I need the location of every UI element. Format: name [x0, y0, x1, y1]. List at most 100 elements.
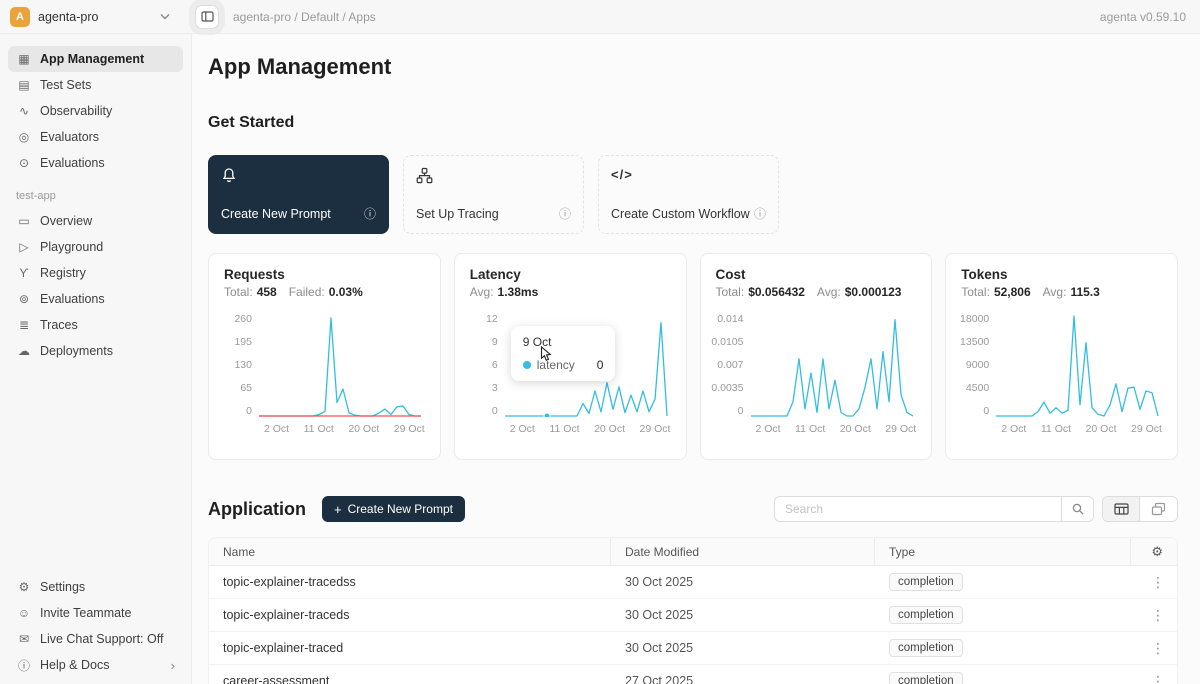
table-row[interactable]: topic-explainer-tracedss 30 Oct 2025 com… [209, 566, 1177, 599]
sidebar-item-label: Invite Teammate [40, 606, 131, 620]
version-label: agenta v0.59.10 [1100, 10, 1186, 24]
card-label: Create New Prompt [221, 207, 331, 221]
create-custom-workflow-card[interactable]: </> Create Custom Workflow ⓘ [598, 155, 779, 234]
type-badge: completion [889, 672, 963, 684]
kebab-menu-icon[interactable]: ⋮ [1145, 673, 1171, 684]
metric-stats: Total:52,806 Avg:115.3 [961, 285, 1162, 299]
tooltip-date: 9 Oct [523, 335, 604, 349]
bell-icon [221, 167, 237, 184]
sidebar-item-settings[interactable]: ⚙ Settings [8, 574, 183, 600]
search-icon [1071, 502, 1085, 516]
sidebar-item-invite-teammate[interactable]: ☺ Invite Teammate [8, 600, 183, 626]
sidebar-item-label: Live Chat Support: Off [40, 632, 163, 646]
card-view-button[interactable] [1140, 497, 1177, 521]
registry-icon: ϒ [16, 266, 32, 280]
metric-card-cost: Cost Total:$0.056432 Avg:$0.000123 0.014… [700, 253, 933, 460]
breadcrumb[interactable]: agenta-pro / Default / Apps [233, 10, 376, 24]
chat-icon: ✉ [16, 632, 32, 646]
sidebar-item-traces[interactable]: ≣ Traces [8, 312, 183, 338]
sidebar-item-live-chat[interactable]: ✉ Live Chat Support: Off [8, 626, 183, 652]
help-icon: ⓘ [16, 657, 32, 674]
get-started-heading: Get Started [208, 114, 294, 132]
column-header-name[interactable]: Name [209, 538, 611, 565]
code-icon: </> [611, 167, 766, 182]
date-modified: 30 Oct 2025 [611, 575, 875, 589]
column-header-type[interactable]: Type [875, 538, 1131, 565]
main-content: App Management Get Started Create New Pr… [192, 34, 1200, 684]
table-header: Name Date Modified Type ⚙ [209, 538, 1177, 566]
chevron-right-icon: › [171, 658, 175, 673]
evaluations-icon: ⊙ [16, 156, 32, 170]
search-button[interactable] [1061, 497, 1093, 521]
kebab-menu-icon[interactable]: ⋮ [1145, 640, 1171, 657]
sidebar-item-label: Evaluations [40, 292, 105, 306]
card-label: Create Custom Workflow [611, 207, 750, 221]
y-axis: 0.0140.01050.0070.00350 [716, 313, 750, 417]
y-axis: 260195130650 [224, 313, 258, 417]
y-axis: 129630 [470, 313, 504, 417]
sidebar-item-registry[interactable]: ϒ Registry [8, 260, 183, 286]
sidebar-toggle-button[interactable] [195, 5, 219, 29]
set-up-tracing-card[interactable]: Set Up Tracing ⓘ [403, 155, 584, 234]
metric-title: Latency [470, 267, 671, 282]
x-axis: 2 Oct11 Oct20 Oct29 Oct [264, 423, 425, 435]
sidebar-item-app-management[interactable]: ▦ App Management [8, 46, 183, 72]
info-icon[interactable]: ⓘ [559, 205, 571, 222]
create-new-prompt-card[interactable]: Create New Prompt ⓘ [208, 155, 389, 234]
tooltip-value: 0 [597, 358, 604, 372]
sidebar-toggle-icon [201, 10, 214, 23]
requests-chart[interactable] [258, 313, 422, 417]
cost-chart[interactable] [750, 313, 914, 417]
search-input[interactable] [775, 497, 1061, 521]
table-settings-gear-icon[interactable]: ⚙ [1151, 544, 1163, 560]
sidebar-item-deployments[interactable]: ☁ Deployments [8, 338, 183, 364]
metric-title: Requests [224, 267, 425, 282]
app-evaluations-icon: ⊚ [16, 292, 32, 306]
workspace-selector[interactable]: A agenta-pro [0, 7, 182, 27]
sidebar-item-app-evaluations[interactable]: ⊚ Evaluations [8, 286, 183, 312]
info-icon[interactable]: ⓘ [754, 205, 766, 222]
overview-icon: ▭ [16, 214, 32, 228]
sidebar-item-evaluations[interactable]: ⊙ Evaluations [8, 150, 183, 176]
sidebar-item-observability[interactable]: ∿ Observability [8, 98, 183, 124]
kebab-menu-icon[interactable]: ⋮ [1145, 574, 1171, 591]
plus-icon: + [334, 502, 342, 517]
page-title: App Management [208, 54, 391, 80]
metric-stats: Avg:1.38ms [470, 285, 671, 299]
app-name: career-assessment [209, 674, 611, 684]
sidebar-item-help-docs[interactable]: ⓘ Help & Docs › [8, 652, 183, 678]
sidebar-item-label: Settings [40, 580, 85, 594]
sidebar-item-label: Observability [40, 104, 112, 118]
info-icon[interactable]: ⓘ [364, 205, 376, 222]
sidebar-section-label: test-app [16, 190, 175, 202]
sidebar-item-test-sets[interactable]: ▤ Test Sets [8, 72, 183, 98]
tokens-chart[interactable] [995, 313, 1159, 417]
sidebar-item-label: Test Sets [40, 78, 91, 92]
type-badge: completion [889, 573, 963, 591]
create-new-prompt-button[interactable]: + Create New Prompt [322, 496, 465, 522]
sidebar-item-label: Overview [40, 214, 92, 228]
metric-title: Cost [716, 267, 917, 282]
sidebar-item-evaluators[interactable]: ◎ Evaluators [8, 124, 183, 150]
topbar: A agenta-pro agenta-pro / Default / Apps… [0, 0, 1200, 34]
kebab-menu-icon[interactable]: ⋮ [1145, 607, 1171, 624]
table-row[interactable]: topic-explainer-traceds 30 Oct 2025 comp… [209, 599, 1177, 632]
metric-title: Tokens [961, 267, 1162, 282]
metric-card-latency: Latency Avg:1.38ms 129630 2 Oct11 Oct20 … [454, 253, 687, 460]
sidebar-item-playground[interactable]: ▷ Playground [8, 234, 183, 260]
app-name: topic-explainer-traceds [209, 608, 611, 622]
column-header-date-modified[interactable]: Date Modified [611, 538, 875, 565]
x-axis: 2 Oct11 Oct20 Oct29 Oct [756, 423, 917, 435]
get-started-cards: Create New Prompt ⓘ Set Up Tracing ⓘ </>… [208, 155, 779, 234]
table-row[interactable]: career-assessment 27 Oct 2025 completion… [209, 665, 1177, 684]
playground-icon: ▷ [16, 240, 32, 254]
sidebar-item-overview[interactable]: ▭ Overview [8, 208, 183, 234]
x-axis: 2 Oct11 Oct20 Oct29 Oct [510, 423, 671, 435]
app-name: topic-explainer-traced [209, 641, 611, 655]
table-view-button[interactable] [1103, 497, 1140, 521]
invite-person-icon: ☺ [16, 606, 32, 620]
sidebar-item-label: Evaluators [40, 130, 99, 144]
metric-card-tokens: Tokens Total:52,806 Avg:115.3 1800013500… [945, 253, 1178, 460]
table-row[interactable]: topic-explainer-traced 30 Oct 2025 compl… [209, 632, 1177, 665]
x-axis: 2 Oct11 Oct20 Oct29 Oct [1001, 423, 1162, 435]
